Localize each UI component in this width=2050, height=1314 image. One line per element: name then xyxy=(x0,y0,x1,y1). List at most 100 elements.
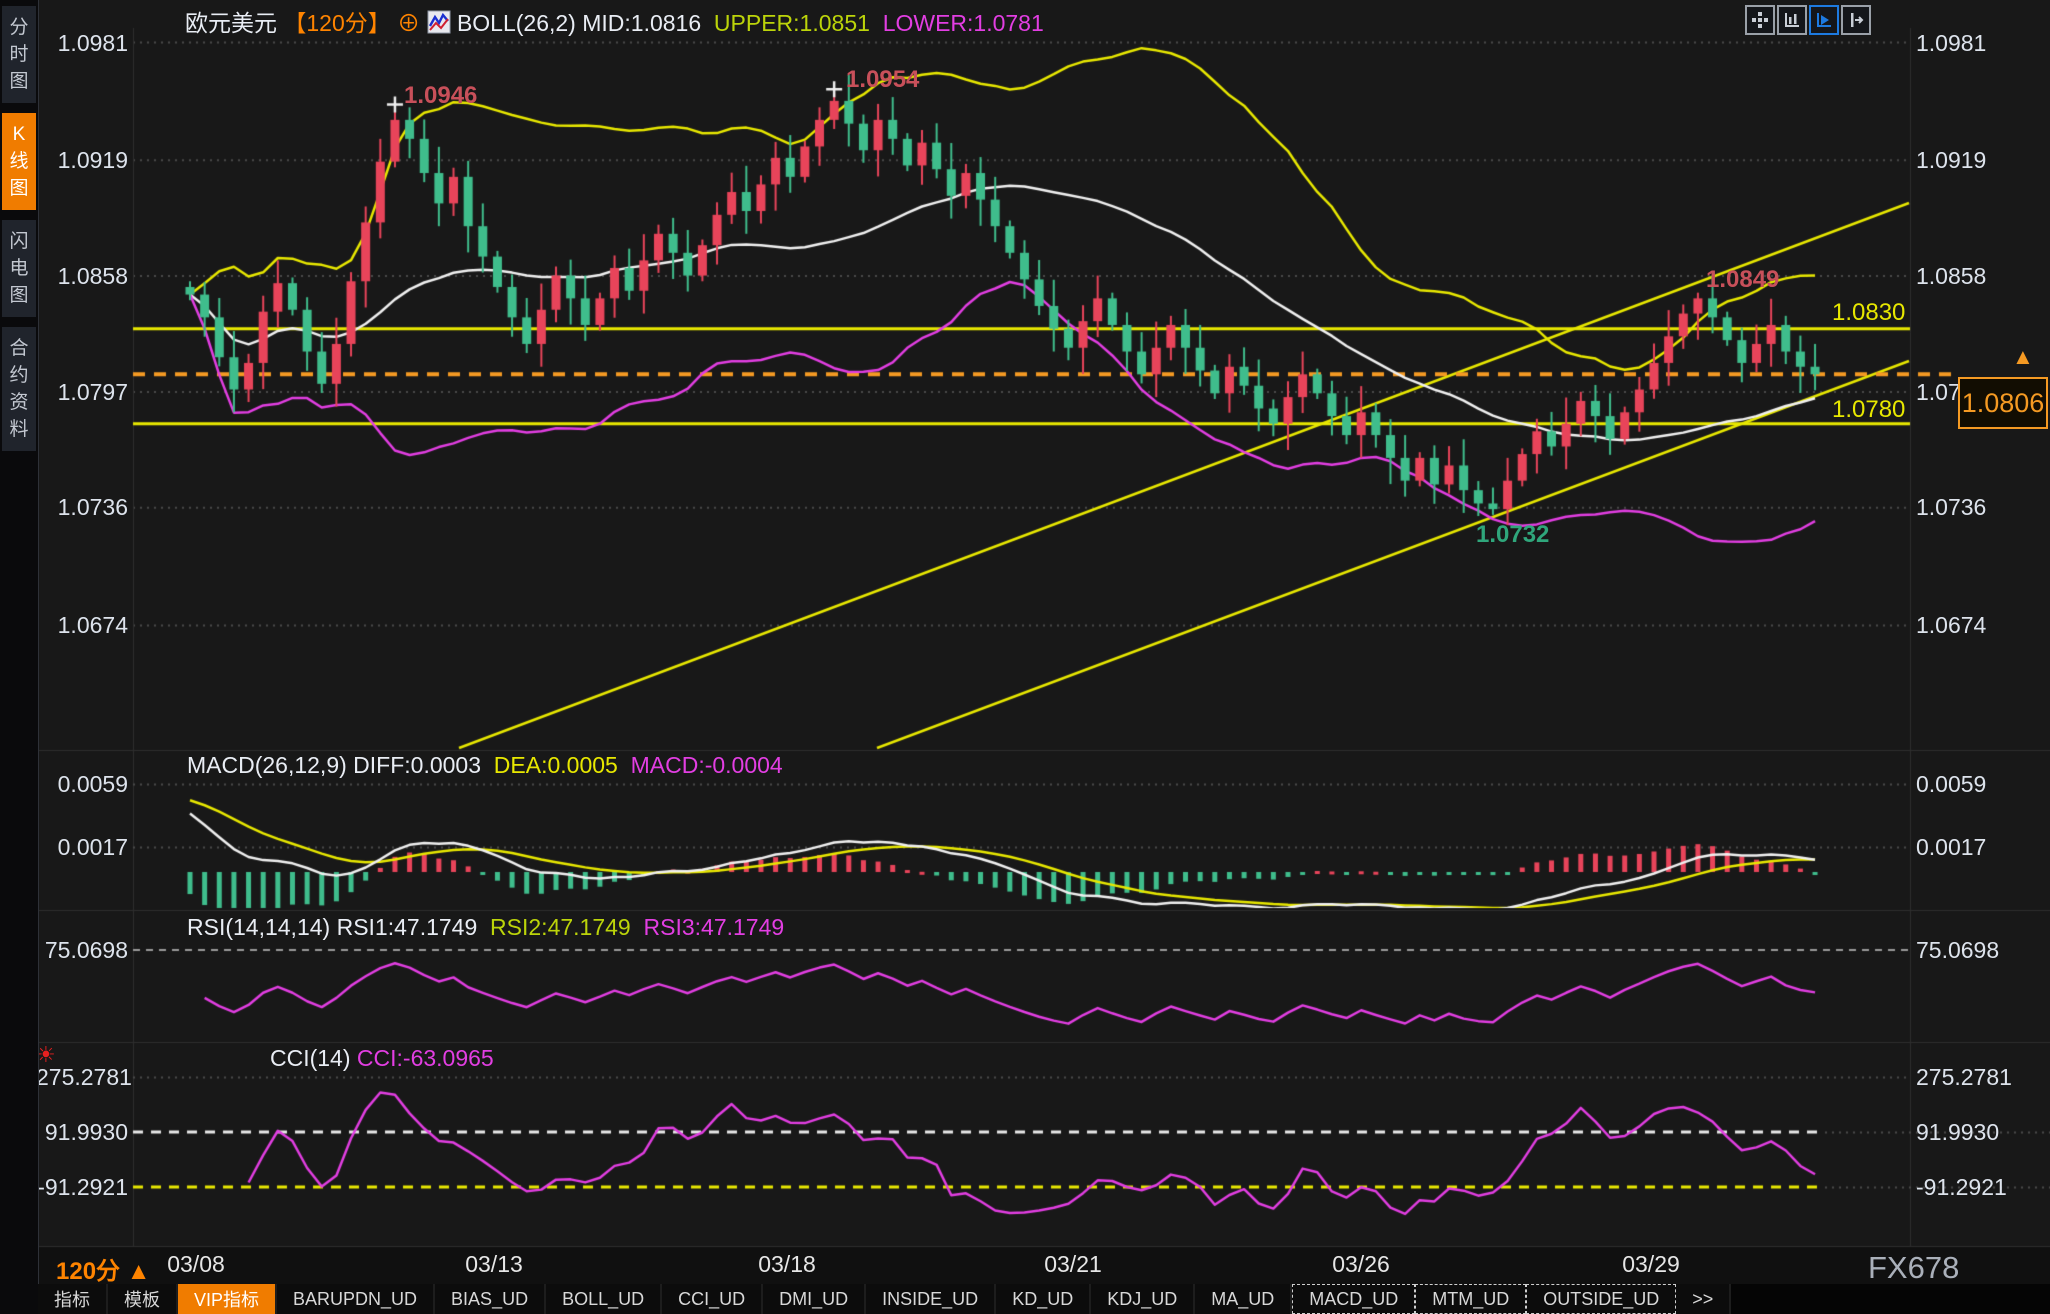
cci-axis-label: 91.9930 xyxy=(36,1119,128,1146)
y-axis-label: 1.0858 xyxy=(1916,263,2008,290)
sidebar-char: 图 xyxy=(2,68,36,95)
y-axis-label: 1.0674 xyxy=(36,612,128,639)
price-chart-canvas[interactable] xyxy=(0,0,2050,1314)
x-axis-date: 03/29 xyxy=(1606,1251,1696,1278)
y-axis-label: 1.0674 xyxy=(1916,612,2008,639)
sidebar-item-lightning-chart[interactable]: 闪电图 xyxy=(2,220,36,317)
x-axis-date: 03/21 xyxy=(1028,1251,1118,1278)
indicator-toolbar: 指标模板VIP指标BARUPDN_UDBIAS_UDBOLL_UDCCI_UDD… xyxy=(38,1284,2050,1314)
rsi-axis-label: 75.0698 xyxy=(1916,937,2008,964)
y-axis-label: 1.0858 xyxy=(36,263,128,290)
swing-high-annotation: 1.0946 xyxy=(404,82,477,110)
y-axis-label: 1.0736 xyxy=(36,494,128,521)
rsi3-value: RSI3:47.1749 xyxy=(644,914,785,940)
y-axis-label: 1.0797 xyxy=(36,379,128,406)
swing-high-annotation: 1.0954 xyxy=(846,66,919,94)
sidebar-item-contract-info[interactable]: 合约资料 xyxy=(2,327,36,451)
sidebar-char: K xyxy=(2,121,36,148)
rsi-axis-label: 75.0698 xyxy=(36,937,128,964)
macd-axis-label: 0.0017 xyxy=(1916,834,2008,861)
x-axis-date: 03/26 xyxy=(1316,1251,1406,1278)
pan-tool-icon[interactable] xyxy=(1745,5,1775,35)
plus-circle-icon[interactable]: ⊕ xyxy=(397,10,420,36)
macd-axis-label: 0.0059 xyxy=(36,771,128,798)
rsi-readout: RSI(14,14,14) RSI1:47.1749 RSI2:47.1749 … xyxy=(187,914,784,941)
y-axis-label: 1.0736 xyxy=(1916,494,2008,521)
boll-mid: MID:1.0816 xyxy=(582,10,701,36)
swing-high-annotation: 1.0849 xyxy=(1706,266,1779,294)
chart-header: 欧元美元 【120分】 ⊕ BOLL(26,2) MID:1.0816 UPPE… xyxy=(185,4,1044,38)
sidebar-item-time-chart[interactable]: 分时图 xyxy=(2,6,36,103)
toolbar-tab[interactable]: DMI_UD xyxy=(763,1284,866,1314)
toolbar-tab[interactable]: 指标 xyxy=(38,1284,108,1314)
price-arrow-icon[interactable]: ▲ xyxy=(2012,344,2034,370)
toolbar-tab[interactable]: BIAS_UD xyxy=(435,1284,546,1314)
cci-axis-label: -91.2921 xyxy=(1916,1174,2008,1201)
macd-diff-value: DIFF:0.0003 xyxy=(353,752,481,778)
axis-scale-icon[interactable] xyxy=(1777,5,1807,35)
sidebar-char: 约 xyxy=(2,362,36,389)
toolbar-tab[interactable]: BOLL_UD xyxy=(546,1284,662,1314)
sidebar-item-kline-chart[interactable]: K线图 xyxy=(2,113,36,210)
toolbar-tab[interactable]: 模板 xyxy=(108,1284,178,1314)
y-axis-label: 1.0919 xyxy=(1916,147,2008,174)
sidebar-char: 图 xyxy=(2,282,36,309)
sidebar-char: 料 xyxy=(2,416,36,443)
boll-label: BOLL(26,2) xyxy=(457,10,576,36)
sidebar-char: 闪 xyxy=(2,228,36,255)
macd-axis-label: 0.0059 xyxy=(1916,771,2008,798)
macd-axis-label: 0.0017 xyxy=(36,834,128,861)
cci-title: CCI(14) xyxy=(270,1045,351,1071)
macd-readout: MACD(26,12,9) DIFF:0.0003 DEA:0.0005 MAC… xyxy=(187,752,783,779)
toolbar-tab[interactable]: KD_UD xyxy=(996,1284,1091,1314)
last-price-tag: 1.0806 xyxy=(1958,377,2048,429)
toolbar-tab[interactable]: OUTSIDE_UD xyxy=(1526,1284,1676,1314)
macd-dea-value: DEA:0.0005 xyxy=(494,752,618,778)
cci-axis-label: -91.2921 xyxy=(36,1174,128,1201)
sidebar-char: 分 xyxy=(2,14,36,41)
chart-terminal: 分时图 K线图 闪电图 合约资料 欧元美元 【120分】 ⊕ BOLL(26,2… xyxy=(0,0,2050,1314)
boll-upper: UPPER:1.0851 xyxy=(714,10,870,36)
toolbar-tab[interactable]: INSIDE_UD xyxy=(866,1284,996,1314)
period-arrow-icon: ▲ xyxy=(127,1258,151,1285)
toolbar-more-button[interactable]: >> xyxy=(1676,1284,1731,1314)
sidebar: 分时图 K线图 闪电图 合约资料 xyxy=(0,0,39,1314)
macd-title: MACD(26,12,9) xyxy=(187,752,347,778)
watermark: FX678 xyxy=(1868,1250,1959,1286)
period-selector[interactable]: 120分 ▲ xyxy=(56,1251,150,1286)
period-label: 120分 xyxy=(56,1258,120,1285)
rsi2-value: RSI2:47.1749 xyxy=(490,914,631,940)
support-level-label: 1.0780 xyxy=(1832,396,1905,424)
toolbar-tab[interactable]: CCI_UD xyxy=(662,1284,763,1314)
x-axis-date: 03/13 xyxy=(449,1251,539,1278)
sidebar-char: 时 xyxy=(2,41,36,68)
toolbar-tab[interactable]: KDJ_UD xyxy=(1091,1284,1195,1314)
sidebar-char: 电 xyxy=(2,255,36,282)
cci-readout: CCI(14) CCI:-63.0965 xyxy=(270,1045,494,1072)
boll-lower: LOWER:1.0781 xyxy=(883,10,1044,36)
toolbar-tab[interactable]: VIP指标 xyxy=(178,1284,277,1314)
y-axis-label: 1.0919 xyxy=(36,147,128,174)
toolbar-tab[interactable]: MACD_UD xyxy=(1292,1284,1415,1314)
cci-axis-label: 91.9930 xyxy=(1916,1119,2008,1146)
sidebar-char: 合 xyxy=(2,335,36,362)
cci-axis-label: 275.2781 xyxy=(1916,1064,2008,1091)
sidebar-char: 图 xyxy=(2,175,36,202)
cci-value: CCI:-63.0965 xyxy=(357,1045,494,1071)
sidebar-char: 资 xyxy=(2,389,36,416)
collapse-right-icon[interactable] xyxy=(1841,5,1871,35)
y-axis-label: 1.0981 xyxy=(36,30,128,57)
period-badge[interactable]: 【120分】 xyxy=(283,10,390,36)
axis-play-icon[interactable] xyxy=(1809,5,1839,35)
macd-value: MACD:-0.0004 xyxy=(631,752,783,778)
y-axis-label: 1.0981 xyxy=(1916,30,2008,57)
cci-axis-label: 275.2781 xyxy=(36,1064,128,1091)
chart-type-icon[interactable] xyxy=(427,10,451,34)
swing-low-annotation: 1.0732 xyxy=(1476,521,1549,549)
toolbar-tab[interactable]: MTM_UD xyxy=(1415,1284,1526,1314)
toolbar-tab[interactable]: MA_UD xyxy=(1195,1284,1292,1314)
sidebar-char: 线 xyxy=(2,148,36,175)
x-axis-date: 03/18 xyxy=(742,1251,832,1278)
toolbar-tab[interactable]: BARUPDN_UD xyxy=(277,1284,435,1314)
resistance-level-label: 1.0830 xyxy=(1832,299,1905,327)
